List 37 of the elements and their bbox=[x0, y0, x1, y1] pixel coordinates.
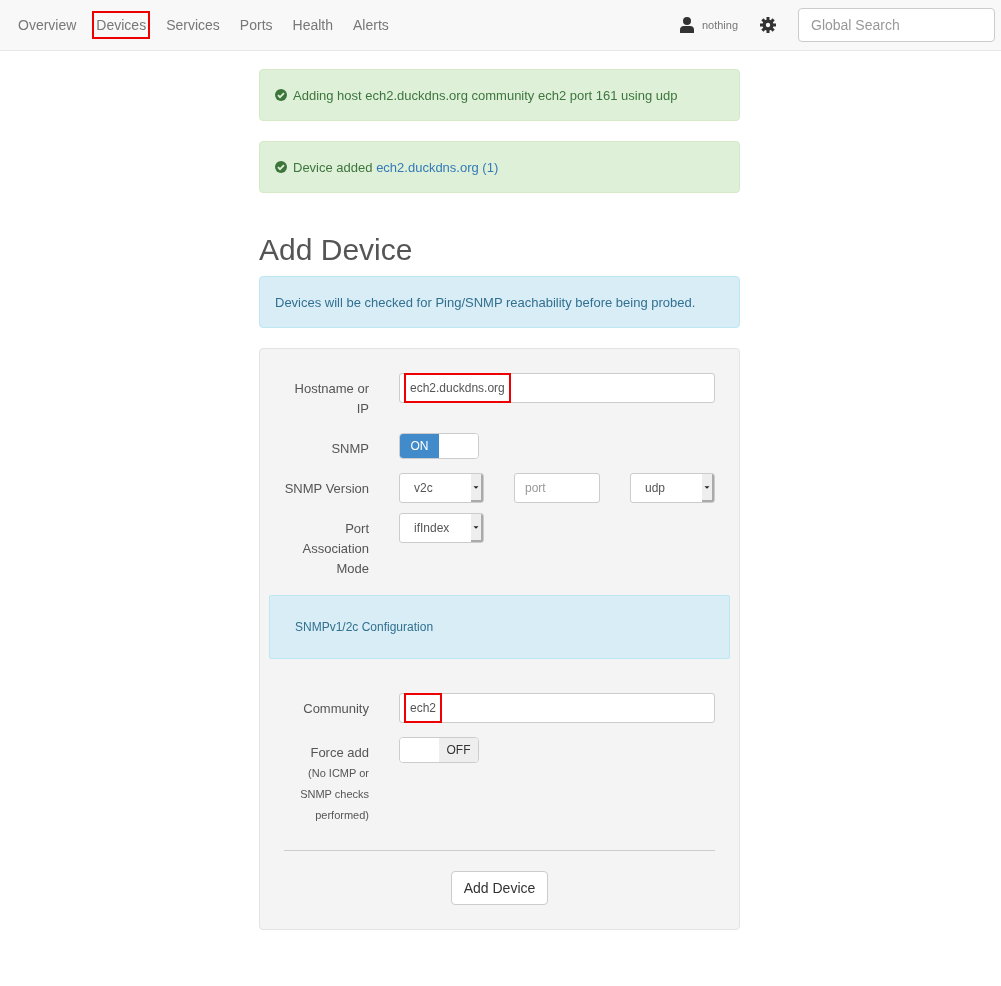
check-circle-icon bbox=[275, 89, 287, 101]
toggle-switch[interactable]: OFF bbox=[399, 737, 479, 763]
user-name[interactable]: nothing bbox=[701, 19, 738, 31]
input-field[interactable]: ech2.duckdns.org bbox=[399, 373, 715, 403]
caret-icon bbox=[471, 514, 483, 542]
add-device-button[interactable]: Add Device bbox=[450, 871, 549, 905]
info-alert: Devices will be checked for Ping/SNMP reachability before being probed. bbox=[259, 276, 740, 328]
toggle-switch[interactable]: ON bbox=[399, 433, 479, 459]
section-banner: SNMPv1/2c Configuration bbox=[269, 595, 730, 659]
check-circle-icon bbox=[275, 161, 287, 173]
input-field[interactable]: ech2 bbox=[399, 693, 715, 723]
select-dropdown[interactable]: v2c bbox=[399, 473, 484, 503]
select-dropdown[interactable]: udp bbox=[630, 473, 715, 503]
field-label: Hostname or IP bbox=[293, 380, 369, 418]
settings-icon[interactable] bbox=[760, 17, 776, 33]
select-dropdown[interactable]: ifIndex bbox=[399, 513, 484, 543]
alert-text: Device added ech2.duckdns.org (1) bbox=[293, 159, 499, 175]
port-field[interactable]: port bbox=[514, 473, 600, 503]
field-label: SNMP Version bbox=[284, 480, 369, 498]
caret-icon bbox=[702, 474, 714, 502]
user-icon bbox=[679, 17, 694, 33]
nav-link[interactable]: Devices bbox=[92, 11, 151, 39]
page-title: Add Device bbox=[259, 233, 414, 267]
nav-link[interactable]: Ports bbox=[235, 11, 277, 39]
field-label: Port Association Mode bbox=[301, 520, 369, 578]
field-label: SNMP bbox=[331, 441, 369, 456]
nav-link[interactable]: Services bbox=[162, 11, 224, 39]
nav-link[interactable]: Overview bbox=[14, 11, 81, 39]
field-label: Force add bbox=[310, 745, 369, 760]
nav-link[interactable]: Alerts bbox=[349, 11, 393, 39]
device-link[interactable]: ech2.duckdns.org (1) bbox=[376, 159, 499, 175]
nav-link[interactable]: Health bbox=[288, 11, 337, 39]
caret-icon bbox=[471, 474, 483, 502]
field-label: Community bbox=[302, 700, 369, 718]
alert-text: Adding host ech2.duckdns.org community ech2 port 161 using udp bbox=[293, 87, 678, 103]
search-field[interactable]: Global Search bbox=[798, 8, 995, 42]
field-note: (No ICMP or SNMP checks performed) bbox=[299, 766, 369, 823]
